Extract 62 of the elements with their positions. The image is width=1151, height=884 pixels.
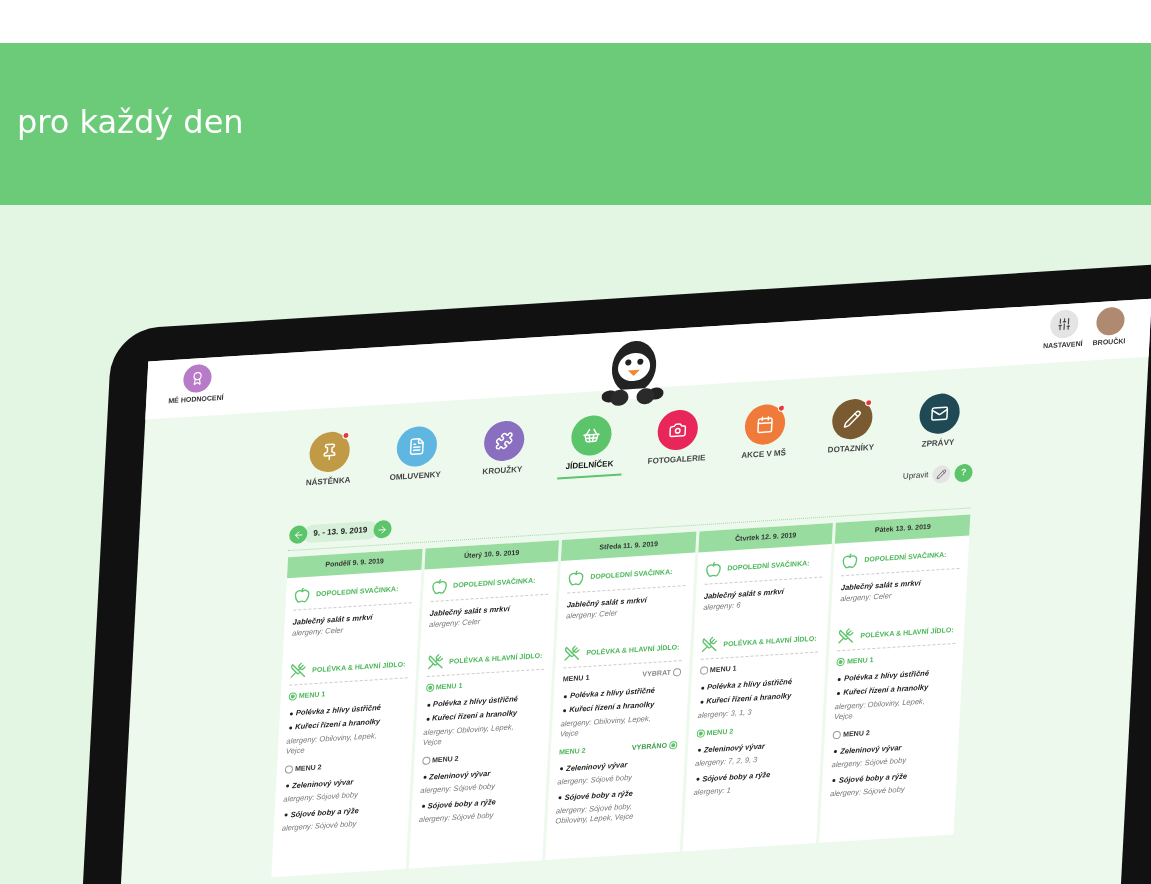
nav-tab[interactable]: AKCE V MŠ <box>730 402 799 469</box>
bullet <box>284 813 288 817</box>
bullet <box>696 777 700 781</box>
bullet <box>563 708 567 712</box>
nav-tab[interactable]: JÍDELNÍČEK <box>556 413 625 480</box>
utensils-icon <box>426 653 444 671</box>
bullet <box>837 691 841 695</box>
bullet <box>560 767 564 771</box>
apple-icon <box>704 560 722 578</box>
envelope-icon <box>930 404 949 424</box>
nav-tab[interactable]: KROUŽKY <box>469 418 537 485</box>
bullet <box>289 711 293 716</box>
bullet <box>423 775 427 779</box>
bullet <box>700 686 705 690</box>
apple-icon <box>841 551 859 569</box>
next-week-button[interactable] <box>372 519 392 539</box>
nav-tab[interactable]: NÁSTĚNKA <box>295 429 363 496</box>
calendar-icon <box>755 415 775 435</box>
radio-button[interactable] <box>699 666 709 676</box>
radio-button[interactable] <box>832 730 842 740</box>
bullet <box>421 804 425 808</box>
bullet <box>563 694 568 698</box>
radio-button[interactable] <box>672 668 682 677</box>
apple-icon <box>430 577 448 595</box>
bullet <box>700 700 704 704</box>
settings-button[interactable] <box>1049 309 1079 339</box>
bullet <box>426 703 431 707</box>
nav-tab[interactable]: DOTAZNÍKY <box>818 397 886 464</box>
bullet <box>832 779 836 783</box>
user-avatar[interactable] <box>1095 306 1125 337</box>
apple-icon <box>567 568 585 586</box>
radio-button[interactable] <box>288 692 297 701</box>
radio-button[interactable] <box>421 756 431 765</box>
pencil-icon <box>842 409 862 429</box>
arrow-right-icon <box>376 523 389 536</box>
previous-week-button[interactable] <box>288 525 308 545</box>
nav-tab[interactable]: ZPRÁVY <box>905 391 973 458</box>
banner-title: pro každý den <box>17 106 244 142</box>
bullet <box>426 717 430 721</box>
bullet <box>834 750 838 754</box>
bullet <box>558 796 562 800</box>
nav-tab[interactable]: OMLUVENKY <box>382 424 450 491</box>
edit-button[interactable] <box>931 464 951 484</box>
utensils-icon <box>700 635 718 653</box>
camera-icon <box>668 420 688 440</box>
document-icon <box>407 436 427 456</box>
puzzle-icon <box>494 431 514 451</box>
apple-icon <box>293 586 311 604</box>
edit-label: Upravit <box>902 469 929 483</box>
utensils-icon <box>563 644 581 662</box>
settings-icon <box>1056 316 1072 332</box>
radio-button[interactable] <box>284 764 294 774</box>
bullet <box>286 784 290 788</box>
pencil-icon <box>936 469 947 480</box>
utensils-icon <box>837 627 855 645</box>
bullet <box>838 677 842 681</box>
bullet <box>289 725 293 730</box>
profile-button[interactable] <box>182 363 212 394</box>
utensils-icon <box>289 661 307 679</box>
nav-tab[interactable]: FOTOGALERIE <box>643 408 712 475</box>
arrow-left-icon <box>292 528 305 541</box>
bullet <box>697 748 701 752</box>
